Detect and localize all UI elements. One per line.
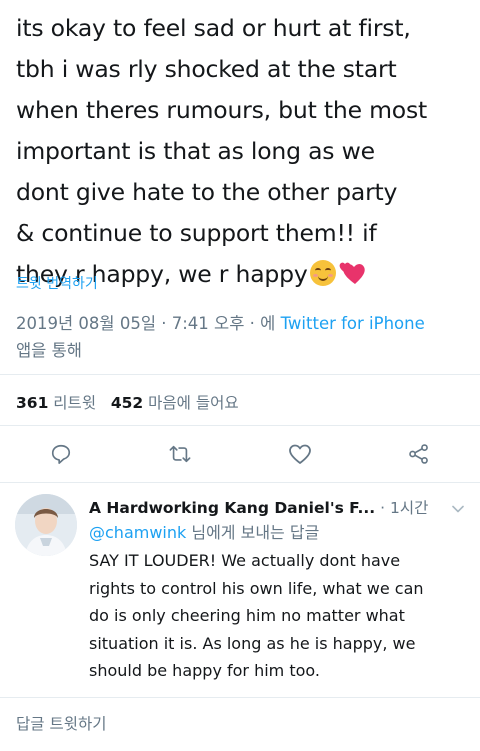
tweet-line: dont give hate to the other party <box>16 178 398 206</box>
tweet-datetime: 2019년 08월 05일 · 7:41 오후 · 에 <box>16 314 281 333</box>
like-count-label[interactable]: 마음에 들어요 <box>148 394 239 412</box>
reply-time: 1시간 <box>389 499 429 517</box>
reply-text: SAY IT LOUDER! We actually dont have rig… <box>89 547 469 685</box>
retweet-count-label[interactable]: 리트윗 <box>53 394 96 412</box>
reply-dot: · <box>375 499 390 517</box>
replying-to: @chamwink 님에게 보내는 답글 <box>89 520 469 546</box>
smiling-face-emoji <box>309 260 336 286</box>
reply-tweet-input[interactable]: 답글 트윗하기 <box>16 712 107 734</box>
chevron-down-icon[interactable] <box>451 502 465 516</box>
tweet-actions <box>0 436 480 472</box>
reply-to-suffix: 님에게 보내는 답글 <box>186 523 320 542</box>
reply-author-name[interactable]: A Hardworking Kang Daniel's F... <box>89 499 375 517</box>
divider <box>0 374 480 375</box>
tweet-line: tbh i was rly shocked at the start <box>16 55 397 83</box>
reply-line: do is only cheering him no matter what <box>89 606 405 625</box>
reply-header: A Hardworking Kang Daniel's F... · 1시간 <box>89 496 469 520</box>
divider <box>0 425 480 426</box>
reply-line: SAY IT LOUDER! We actually dont have <box>89 551 401 570</box>
divider <box>0 697 480 698</box>
divider <box>0 482 480 483</box>
tweet-line: & continue to support them!! if <box>16 219 377 247</box>
tweet-line: important is that as long as we <box>16 137 375 165</box>
like-icon[interactable] <box>286 440 314 468</box>
retweet-icon[interactable] <box>166 440 194 468</box>
reply-line: should be happy for him too. <box>89 661 320 680</box>
tweet-source-suffix: 앱을 통해 <box>16 341 82 360</box>
reply-line: situation it is. As long as he is happy,… <box>89 633 416 653</box>
tweet-line: when theres rumours, but the most <box>16 96 428 124</box>
tweet-meta: 2019년 08월 05일 · 7:41 오후 · 에 Twitter for … <box>16 310 466 364</box>
reply-line: rights to control his own life, what we … <box>89 578 424 598</box>
reply-tweet[interactable]: A Hardworking Kang Daniel's F... · 1시간 @… <box>0 484 480 694</box>
tweet-source-link[interactable]: Twitter for iPhone <box>281 314 425 333</box>
two-hearts-emoji <box>339 262 365 284</box>
reply-body: A Hardworking Kang Daniel's F... · 1시간 @… <box>89 496 469 685</box>
tweet-line: its okay to feel sad or hurt at first, <box>16 14 411 42</box>
avatar[interactable] <box>15 494 77 556</box>
reply-icon[interactable] <box>47 440 75 468</box>
retweet-count[interactable]: 361 <box>16 394 48 412</box>
tweet-stats: 361 리트윗 452 마음에 들어요 <box>16 391 239 413</box>
share-icon[interactable] <box>405 440 433 468</box>
like-count[interactable]: 452 <box>111 394 143 412</box>
reply-to-handle[interactable]: @chamwink <box>89 523 186 542</box>
tweet-text: its okay to feel sad or hurt at first, t… <box>16 8 472 295</box>
translate-tweet-link[interactable]: 트윗 번역하기 <box>16 273 98 293</box>
